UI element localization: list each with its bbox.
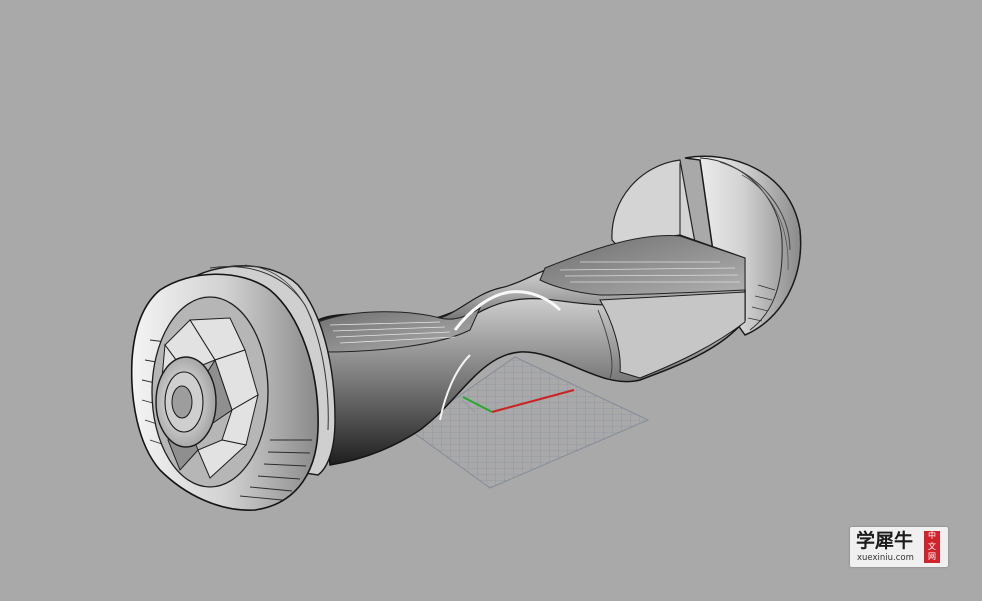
rhino-perspective-viewport[interactable]: 学犀牛 xuexiniu.com 中文网 — [0, 0, 982, 601]
hoverboard-render — [130, 155, 802, 511]
left-wheel — [130, 264, 336, 511]
watermark-seal: 中文网 — [924, 531, 940, 563]
site-watermark-logo: 学犀牛 xuexiniu.com 中文网 — [850, 527, 948, 567]
watermark-chinese-text: 学犀牛 — [856, 530, 914, 552]
watermark-url: xuexiniu.com — [857, 553, 914, 563]
